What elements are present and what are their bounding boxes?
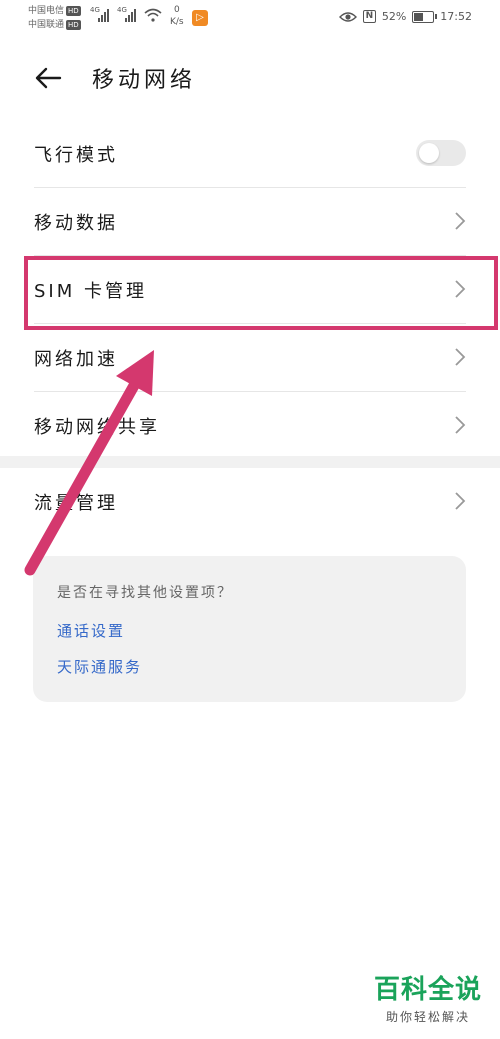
tethering-row[interactable]: 移动网络共享: [34, 392, 466, 459]
carrier-info: 中国电信 HD 中国联通 HD: [28, 4, 81, 32]
chevron-right-icon: [455, 492, 466, 510]
airplane-mode-toggle[interactable]: [416, 140, 466, 166]
list-item-label: 网络加速: [34, 349, 118, 370]
signal-1-icon: 4G: [90, 6, 109, 22]
watermark: 百科全说 助你轻松解决: [374, 969, 482, 1025]
app-notification-icon: ▷: [192, 10, 208, 26]
call-settings-link[interactable]: 通话设置: [57, 620, 125, 641]
signal-indicators: 4G 4G: [90, 6, 162, 22]
chevron-right-icon: [455, 416, 466, 434]
settings-list: 飞行模式 移动数据 SIM 卡管理 网络加速 移动网络共享: [0, 120, 500, 459]
list-item-label: 移动数据: [34, 213, 118, 234]
net-speed: 0 K/s: [170, 5, 184, 27]
back-arrow-icon[interactable]: [32, 62, 64, 94]
suggestion-card: 是否在寻找其他设置项？ 通话设置 天际通服务: [33, 556, 466, 702]
chevron-right-icon: [455, 280, 466, 298]
status-right: N 52% 17:52: [338, 10, 472, 23]
eye-comfort-icon: [338, 11, 357, 22]
hd-badge: HD: [66, 20, 81, 30]
suggestion-question: 是否在寻找其他设置项？: [57, 585, 233, 601]
network-boost-row[interactable]: 网络加速: [34, 324, 466, 392]
clock: 17:52: [440, 10, 472, 23]
section-divider: [0, 456, 500, 468]
data-usage-row[interactable]: 流量管理: [34, 468, 466, 535]
skytone-service-link[interactable]: 天际通服务: [57, 656, 142, 677]
carrier-1-name: 中国电信: [28, 6, 65, 16]
chevron-right-icon: [455, 212, 466, 230]
chevron-right-icon: [455, 348, 466, 366]
settings-list-2: 流量管理: [0, 468, 500, 535]
list-item-label: 飞行模式: [34, 145, 118, 166]
nfc-icon: N: [362, 10, 376, 23]
app-header: 移动网络: [0, 48, 500, 108]
carrier-2-name: 中国联通: [28, 20, 65, 30]
mobile-data-row[interactable]: 移动数据: [34, 188, 466, 256]
list-item-label: 流量管理: [34, 493, 118, 514]
list-item-label: 移动网络共享: [34, 417, 160, 438]
hd-badge: HD: [66, 6, 81, 16]
signal-2-icon: 4G: [117, 6, 136, 22]
list-item-label: SIM 卡管理: [34, 281, 147, 302]
watermark-brand: 百科全说: [373, 975, 482, 1005]
page-title: 移动网络: [92, 68, 197, 93]
status-bar: 中国电信 HD 中国联通 HD 4G 4G 0 K/s ▷ N 52% 17:52: [0, 0, 500, 36]
toggle-knob: [419, 143, 439, 163]
wifi-icon: [144, 8, 162, 22]
sim-card-management-row[interactable]: SIM 卡管理: [34, 256, 466, 324]
airplane-mode-row[interactable]: 飞行模式: [34, 120, 466, 188]
battery-percent: 52%: [381, 10, 407, 23]
battery-icon: [412, 10, 438, 23]
watermark-slogan: 助你轻松解决: [385, 1010, 470, 1024]
